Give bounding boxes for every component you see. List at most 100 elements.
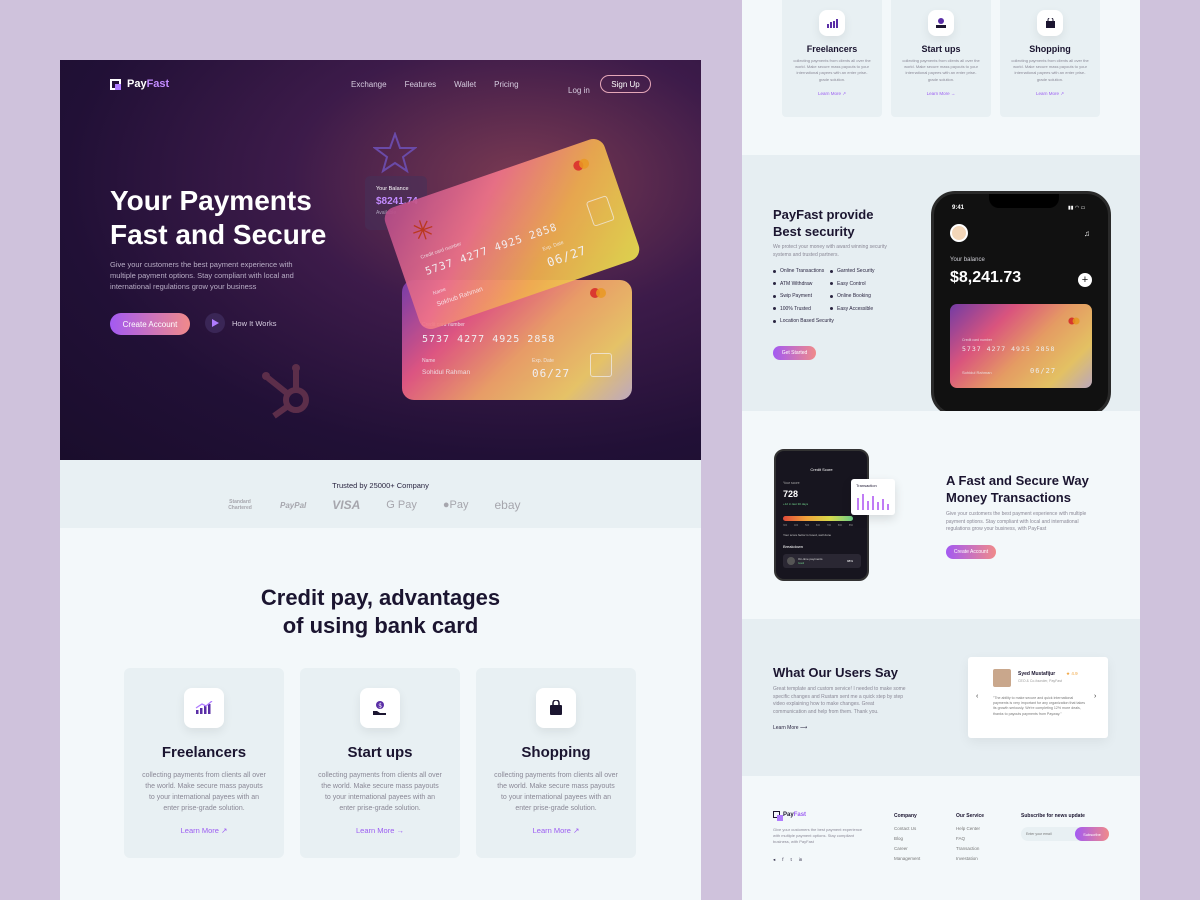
arrow-up-right-icon: ↗ bbox=[573, 826, 580, 836]
nav-features[interactable]: Features bbox=[405, 80, 437, 89]
security-title-line-2: Best security bbox=[773, 224, 855, 239]
score-bar bbox=[783, 516, 853, 521]
feature-card-freelancers: Freelancers collecting payments from cli… bbox=[782, 0, 882, 117]
company-links: Contact Us Blog Career Management bbox=[894, 826, 920, 861]
phone-card-exp: 06/27 bbox=[1030, 367, 1057, 375]
score-scale: 300 400 500 600 700 800 850 bbox=[783, 524, 853, 527]
review-card: Syed Mustafijur CEO & Co-founder, PayFas… bbox=[968, 657, 1108, 738]
footer-link[interactable]: Help Center bbox=[956, 826, 980, 831]
bag-icon bbox=[1037, 10, 1063, 36]
hand-coin-icon bbox=[928, 10, 954, 36]
trusted-title: Trusted by 25000+ Company bbox=[332, 481, 429, 490]
security-list-left: Online Transactions ATM Withdraw Swip Pa… bbox=[773, 268, 834, 324]
security-item: 100% Trusted bbox=[773, 306, 834, 312]
transaction-popup: Transaction bbox=[851, 479, 895, 515]
phone-balance-value: $8,241.73 bbox=[950, 269, 1022, 286]
mastercard-icon bbox=[572, 157, 590, 172]
reviews-description: Great template and custom service! I nee… bbox=[773, 686, 906, 715]
learn-more-link[interactable]: Learn More → bbox=[300, 826, 460, 835]
feature-card-startups: Start ups collecting payments from clien… bbox=[891, 0, 991, 117]
learn-more-link[interactable]: Learn More ↗ bbox=[1000, 91, 1100, 97]
score-sub: +12 in last 30 days bbox=[783, 502, 809, 506]
phone-mockup-score: Credit Score Your score 728 +12 in last … bbox=[774, 449, 869, 581]
row-label: On-time payments bbox=[798, 557, 823, 561]
footer-link[interactable]: Transaction bbox=[956, 846, 980, 851]
review-quote: "The ability to make secure and quick in… bbox=[993, 696, 1086, 716]
create-account-button[interactable]: Create Account bbox=[110, 313, 190, 335]
hero-title-line-1: Your Payments bbox=[110, 185, 312, 216]
subscribe-button[interactable]: Subscribe bbox=[1075, 827, 1109, 841]
bar-chart-icon bbox=[857, 494, 889, 510]
feature-title: Shopping bbox=[521, 744, 591, 761]
phone-balance-label: Your balance bbox=[950, 257, 985, 263]
nav-exchange[interactable]: Exchange bbox=[351, 80, 387, 89]
facebook-icon[interactable]: f bbox=[782, 857, 783, 863]
feature-card-shopping: Shopping collecting payments from client… bbox=[1000, 0, 1100, 117]
bell-icon[interactable]: ♫ bbox=[1084, 229, 1090, 238]
transactions-title-line-1: A Fast and Secure Way bbox=[946, 473, 1089, 488]
breakdown-title: Breakdown bbox=[783, 544, 804, 549]
mastercard-icon bbox=[590, 288, 606, 298]
learn-more-link[interactable]: Learn More → bbox=[891, 91, 991, 96]
chip-icon bbox=[590, 353, 612, 377]
brand-logo[interactable]: PayFast bbox=[110, 78, 169, 90]
get-started-button[interactable]: Get Started bbox=[773, 346, 816, 360]
reviews-learn-more[interactable]: Learn More ⟶ bbox=[773, 725, 807, 731]
feature-title: Shopping bbox=[1029, 44, 1071, 54]
scale-tick: 300 bbox=[783, 524, 788, 527]
footer-link[interactable]: FAQ bbox=[956, 836, 980, 841]
avatar[interactable] bbox=[950, 224, 968, 242]
chip-icon bbox=[585, 195, 615, 227]
reviews-section: What Our Users Say Great template and cu… bbox=[742, 619, 1140, 776]
learn-more-link[interactable]: Learn More ↗ bbox=[124, 826, 284, 835]
how-it-works-button[interactable]: How It Works bbox=[205, 313, 276, 333]
reviewer-role: CEO & Co-founder, PayFast bbox=[1018, 679, 1062, 683]
nav-wallet[interactable]: Wallet bbox=[454, 80, 476, 89]
nav-pricing[interactable]: Pricing bbox=[494, 80, 518, 89]
brand-name-a: Pay bbox=[783, 811, 794, 818]
create-account-button[interactable]: Create Account bbox=[946, 545, 996, 559]
footer-link[interactable]: Blog bbox=[894, 836, 920, 841]
chevron-right-icon[interactable]: › bbox=[1094, 693, 1096, 700]
chevron-left-icon[interactable]: ‹ bbox=[976, 693, 978, 700]
feature-description: collecting payments from clients all ove… bbox=[318, 772, 442, 812]
landing-page-left: PayFast Exchange Features Wallet Pricing… bbox=[60, 60, 701, 900]
transactions-description: Give your customers the best payment exp… bbox=[946, 511, 1087, 532]
score-value: 728 bbox=[783, 489, 799, 499]
login-link[interactable]: Log in bbox=[568, 86, 590, 95]
arrow-up-right-icon: ↗ bbox=[842, 90, 847, 96]
phone-card-name: Sohidul Rahman bbox=[962, 370, 992, 375]
footer-link[interactable]: Contact Us bbox=[894, 826, 920, 831]
signup-button[interactable]: Sign Up bbox=[600, 75, 651, 93]
brand-name-a: Pay bbox=[127, 78, 147, 90]
card-back-exp-label: Exp. Date bbox=[532, 358, 554, 364]
footer-link[interactable]: Management bbox=[894, 856, 920, 861]
email-field[interactable] bbox=[1026, 830, 1074, 838]
reviewer-avatar bbox=[993, 669, 1011, 687]
hand-coin-icon: $ bbox=[360, 688, 400, 728]
linkedin-icon[interactable]: in bbox=[799, 857, 803, 863]
add-icon[interactable]: + bbox=[1078, 273, 1092, 287]
security-item: Easy Accessible bbox=[830, 306, 875, 312]
security-section: PayFast provide Best security We protect… bbox=[742, 155, 1140, 416]
telegram-icon[interactable]: ◂ bbox=[773, 857, 775, 863]
learn-more-link[interactable]: Learn More ↗ bbox=[476, 826, 636, 835]
footer-logo[interactable]: PayFast bbox=[773, 811, 806, 821]
logo-visa: VISA bbox=[332, 498, 361, 512]
row-icon bbox=[787, 557, 795, 565]
footer-link[interactable]: Career bbox=[894, 846, 920, 851]
hero-title: Your Payments Fast and Secure bbox=[110, 184, 326, 252]
footer-link[interactable]: Investation bbox=[956, 856, 980, 861]
card-back-number: 5737 4277 4925 2858 bbox=[422, 334, 556, 345]
row-value: 98% bbox=[847, 559, 854, 563]
transactions-section: Credit Score Your score 728 +12 in last … bbox=[742, 411, 1140, 619]
trusted-section: Trusted by 25000+ Company Standard Chart… bbox=[60, 460, 701, 528]
service-title: Our Service bbox=[956, 813, 985, 819]
features-section-small: Freelancers collecting payments from cli… bbox=[742, 0, 1140, 155]
security-item: Online Transactions bbox=[773, 268, 834, 274]
breakdown-row[interactable]: On-time payments Good 98% bbox=[783, 554, 861, 568]
logo-standard-chartered: Standard Chartered bbox=[228, 499, 252, 511]
twitter-icon[interactable]: t bbox=[791, 857, 792, 863]
learn-more-label: Learn More bbox=[180, 826, 219, 836]
learn-more-link[interactable]: Learn More ↗ bbox=[782, 91, 882, 97]
